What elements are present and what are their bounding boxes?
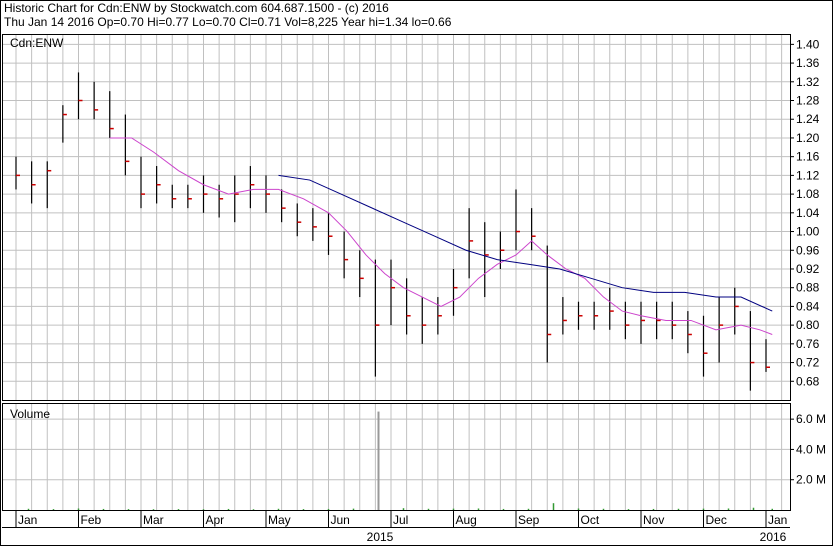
- price-y-tick-label: 0.68: [796, 374, 820, 388]
- price-y-tick-label: 0.88: [796, 281, 820, 295]
- x-tick-label: Sep: [518, 513, 540, 527]
- price-y-tick-label: 1.40: [796, 37, 820, 51]
- stock-chart: Cdn:ENW 0.68 0.72 0.76 0.80 0.84 0.88 0.92 0.96…: [0, 0, 833, 546]
- price-y-tick-label: 0.96: [796, 243, 820, 257]
- price-y-tick-label: 1.28: [796, 94, 820, 108]
- x-tick-label: Feb: [81, 513, 102, 527]
- price-y-tick-label: 1.00: [796, 225, 820, 239]
- price-y-tick-label: 1.36: [796, 56, 820, 70]
- x-tick-label: Jun: [331, 513, 350, 527]
- price-panel-label: Cdn:ENW: [10, 36, 64, 50]
- price-y-tick-label: 1.20: [796, 131, 820, 145]
- volume-y-axis: 6.0 M 4.0 M 2.0 M: [790, 412, 826, 487]
- price-y-tick-label: 0.76: [796, 337, 820, 351]
- x-tick-label: Oct: [581, 513, 600, 527]
- price-y-tick-label: 0.84: [796, 299, 820, 313]
- x-tick-label: Mar: [143, 513, 164, 527]
- chart-header-title: Historic Chart for Cdn:ENW by Stockwatch…: [4, 1, 389, 15]
- year-label-2016: 2016: [760, 530, 787, 544]
- volume-panel-label: Volume: [10, 407, 50, 421]
- price-y-tick-label: 1.12: [796, 168, 820, 182]
- x-tick-label: Dec: [706, 513, 727, 527]
- price-y-tick-label: 1.32: [796, 75, 820, 89]
- x-tick-label: Apr: [206, 513, 225, 527]
- price-y-tick-label: 1.04: [796, 206, 820, 220]
- x-tick-label: Jan: [18, 513, 37, 527]
- year-label-2015: 2015: [367, 530, 394, 544]
- price-y-tick-label: 1.08: [796, 187, 820, 201]
- price-y-tick-label: 0.92: [796, 262, 820, 276]
- x-tick-label: Jul: [393, 513, 408, 527]
- price-y-tick-label: 1.24: [796, 112, 820, 126]
- x-tick-label: Aug: [456, 513, 477, 527]
- volume-y-tick-label: 4.0 M: [796, 442, 826, 456]
- price-y-tick-label: 0.72: [796, 356, 820, 370]
- price-y-tick-label: 1.16: [796, 150, 820, 164]
- price-y-tick-label: 0.80: [796, 318, 820, 332]
- x-tick-label: Nov: [643, 513, 664, 527]
- x-tick-label: May: [268, 513, 291, 527]
- volume-y-tick-label: 6.0 M: [796, 412, 826, 426]
- x-tick-label: Jan: [768, 513, 787, 527]
- volume-y-tick-label: 2.0 M: [796, 473, 826, 487]
- chart-header-quote: Thu Jan 14 2016 Op=0.70 Hi=0.77 Lo=0.70 …: [4, 15, 452, 29]
